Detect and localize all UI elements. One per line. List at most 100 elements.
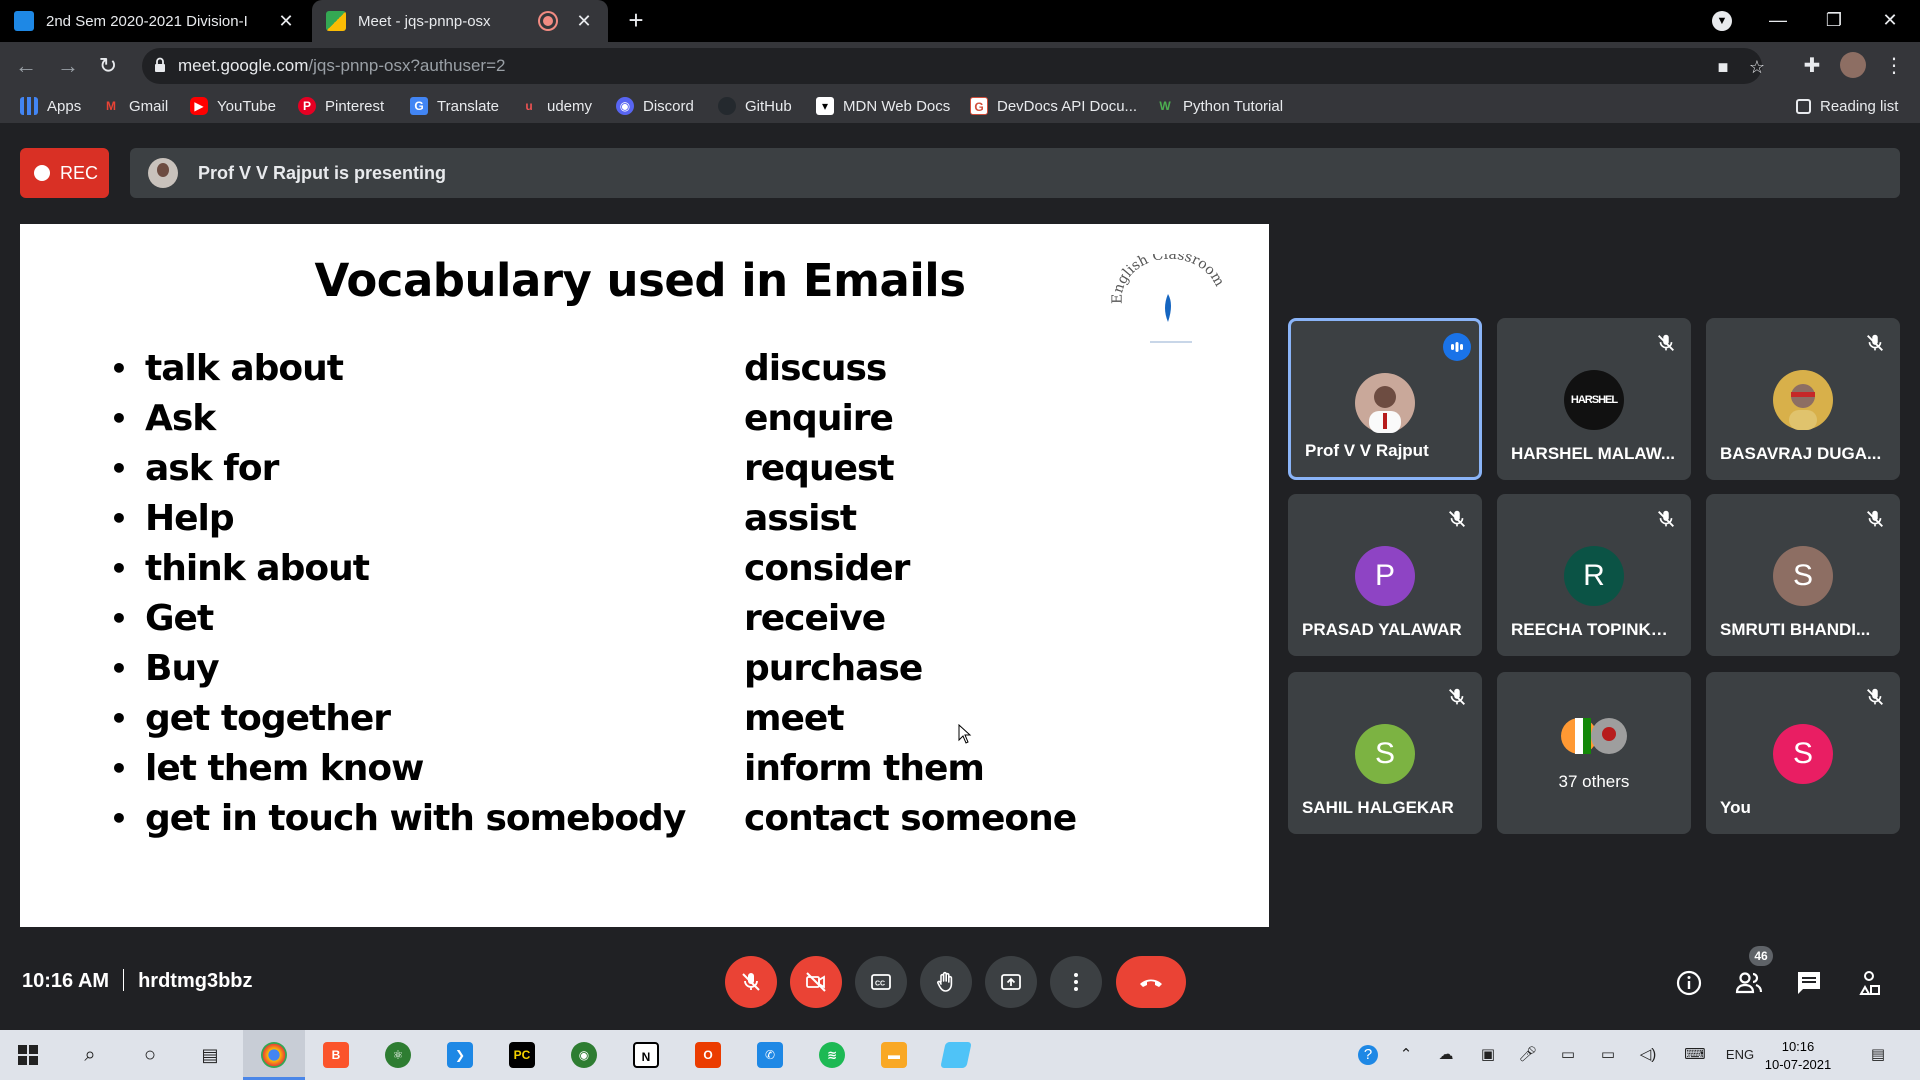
system-clock[interactable]: 10:16 10-07-2021 bbox=[1758, 1038, 1838, 1074]
chevron-up-icon[interactable]: ⌃ bbox=[1396, 1045, 1416, 1065]
language-indicator[interactable]: ENG bbox=[1722, 1045, 1758, 1065]
bookmark-discord[interactable]: ◉ Discord bbox=[616, 90, 694, 122]
list-item: Ask bbox=[92, 394, 685, 444]
bookmark-pinterest[interactable]: P Pinterest bbox=[298, 90, 384, 122]
participant-tile[interactable]: S SAHIL HALGEKAR bbox=[1288, 672, 1482, 834]
cortana-icon[interactable]: ○ bbox=[140, 1045, 160, 1065]
recording-button[interactable]: REC bbox=[20, 148, 109, 198]
mouse-cursor-icon bbox=[958, 724, 972, 744]
others-tile[interactable]: 37 others bbox=[1497, 672, 1691, 834]
new-tab-button[interactable]: + bbox=[622, 6, 650, 34]
meet-tray-icon[interactable]: ▣ bbox=[1478, 1045, 1498, 1065]
participant-name: SMRUTI BHANDI... bbox=[1720, 620, 1871, 639]
pycharm-icon[interactable]: PC bbox=[509, 1042, 535, 1068]
info-icon[interactable] bbox=[1674, 968, 1704, 998]
mic-toggle-button[interactable] bbox=[725, 956, 777, 1008]
participant-tile[interactable]: HARSHEL HARSHEL MALAW... bbox=[1497, 318, 1691, 480]
bookmark-label: Translate bbox=[437, 97, 499, 115]
paint-3d-icon[interactable] bbox=[940, 1042, 972, 1068]
list-item: Help bbox=[92, 494, 685, 544]
whatsapp-icon[interactable]: ✆ bbox=[757, 1042, 783, 1068]
bookmark-label: YouTube bbox=[217, 97, 276, 115]
vscode-icon[interactable]: ❯ bbox=[447, 1042, 473, 1068]
atom-icon[interactable]: ⚛ bbox=[385, 1042, 411, 1068]
participant-tile[interactable]: S SMRUTI BHANDI... bbox=[1706, 494, 1900, 656]
more-options-button[interactable] bbox=[1050, 956, 1102, 1008]
presenting-text: Prof V V Rajput is presenting bbox=[198, 162, 447, 183]
bookmark-apps[interactable]: Apps bbox=[20, 90, 81, 122]
participant-tile[interactable]: Prof V V Rajput bbox=[1288, 318, 1482, 480]
spotify-icon[interactable]: ≋ bbox=[819, 1042, 845, 1068]
avatar: R bbox=[1564, 546, 1624, 606]
camera-toggle-button[interactable] bbox=[790, 956, 842, 1008]
discord-icon: ◉ bbox=[616, 97, 634, 115]
bookmark-gmail[interactable]: M Gmail bbox=[102, 90, 168, 122]
close-icon[interactable]: ✕ bbox=[276, 11, 296, 32]
menu-icon[interactable]: ⋮ bbox=[1880, 52, 1908, 80]
minimize-button[interactable]: — bbox=[1750, 0, 1806, 42]
raise-hand-button[interactable] bbox=[920, 956, 972, 1008]
maps-app-icon[interactable]: ◉ bbox=[571, 1042, 597, 1068]
bookmark-label: Gmail bbox=[129, 97, 169, 115]
notion-icon[interactable]: N bbox=[633, 1042, 659, 1068]
participant-name: You bbox=[1720, 798, 1751, 817]
forward-button[interactable]: → bbox=[52, 50, 84, 82]
bookmark-devdocs[interactable]: G DevDocs API Docu... bbox=[970, 90, 1137, 122]
participant-tile[interactable]: R REECHA TOPINKA... bbox=[1497, 494, 1691, 656]
reading-list-label: Reading list bbox=[1820, 97, 1899, 115]
bookmark-github[interactable]: GitHub bbox=[718, 90, 792, 122]
tab-classroom[interactable]: 2nd Sem 2020-2021 Division-I ✕ bbox=[0, 0, 310, 42]
participant-tile[interactable]: BASAVRAJ DUGA... bbox=[1706, 318, 1900, 480]
back-button[interactable]: ← bbox=[10, 50, 42, 82]
captions-button[interactable]: CC bbox=[855, 956, 907, 1008]
office-icon[interactable]: O bbox=[695, 1042, 721, 1068]
task-view-icon[interactable]: ▤ bbox=[200, 1045, 220, 1065]
recording-indicator-icon bbox=[540, 13, 556, 29]
list-item: Buy bbox=[92, 644, 685, 694]
help-icon[interactable]: ? bbox=[1358, 1045, 1378, 1065]
bookmark-udemy[interactable]: u udemy bbox=[520, 90, 592, 122]
others-count: 37 others bbox=[1558, 772, 1630, 791]
divider bbox=[123, 969, 125, 991]
present-now-button[interactable] bbox=[985, 956, 1037, 1008]
camera-icon[interactable]: ■ bbox=[1712, 56, 1734, 78]
close-window-button[interactable]: ✕ bbox=[1862, 0, 1918, 42]
microphone-icon[interactable]: 🎤︎ bbox=[1518, 1045, 1538, 1065]
star-icon[interactable]: ☆ bbox=[1746, 56, 1768, 78]
chevron-down-icon[interactable]: ▼ bbox=[1712, 11, 1732, 31]
activities-icon[interactable] bbox=[1854, 968, 1884, 998]
close-icon[interactable]: ✕ bbox=[574, 11, 594, 32]
people-icon[interactable] bbox=[1734, 968, 1764, 998]
bookmark-youtube[interactable]: ▶ YouTube bbox=[190, 90, 276, 122]
battery-icon[interactable]: ▭ bbox=[1598, 1045, 1618, 1065]
chat-icon[interactable] bbox=[1794, 968, 1824, 998]
profile-avatar[interactable] bbox=[1840, 52, 1866, 78]
bookmark-python-tutorial[interactable]: W Python Tutorial bbox=[1156, 90, 1283, 122]
windows-start-icon[interactable] bbox=[18, 1045, 38, 1065]
participant-tile[interactable]: P PRASAD YALAWAR bbox=[1288, 494, 1482, 656]
leave-call-button[interactable] bbox=[1116, 956, 1186, 1008]
file-explorer-icon[interactable]: ▬ bbox=[881, 1042, 907, 1068]
meeting-details[interactable]: 10:16 AM hrdtmg3bbz bbox=[22, 969, 253, 992]
avatar: S bbox=[1773, 546, 1833, 606]
network-icon[interactable]: ▭ bbox=[1558, 1045, 1578, 1065]
onedrive-icon[interactable]: ☁ bbox=[1436, 1045, 1456, 1065]
url-path: /jqs-pnnp-osx?authuser=2 bbox=[308, 56, 506, 75]
mic-off-icon bbox=[1867, 688, 1883, 705]
bookmark-translate[interactable]: G Translate bbox=[410, 90, 499, 122]
restore-button[interactable]: ❐ bbox=[1806, 0, 1862, 42]
self-tile[interactable]: S You bbox=[1706, 672, 1900, 834]
volume-icon[interactable]: ◁) bbox=[1638, 1045, 1658, 1065]
brave-icon[interactable]: B bbox=[323, 1042, 349, 1068]
list-item: contact someone bbox=[744, 798, 1077, 839]
reload-button[interactable]: ↻ bbox=[92, 50, 124, 82]
search-icon[interactable]: ⌕ bbox=[80, 1045, 100, 1065]
tab-meet[interactable]: Meet - jqs-pnnp-osx ✕ bbox=[312, 0, 608, 42]
reading-list-button[interactable]: Reading list bbox=[1796, 90, 1898, 122]
bookmark-mdn[interactable]: ▾ MDN Web Docs bbox=[816, 90, 950, 122]
keyboard-icon[interactable]: ⌨ bbox=[1680, 1045, 1710, 1065]
address-bar[interactable]: meet.google.com/jqs-pnnp-osx?authuser=2 … bbox=[142, 48, 1765, 84]
extensions-icon[interactable]: ✚ bbox=[1798, 52, 1826, 80]
chrome-icon[interactable] bbox=[261, 1042, 287, 1068]
notifications-icon[interactable]: ▤ bbox=[1868, 1045, 1888, 1065]
